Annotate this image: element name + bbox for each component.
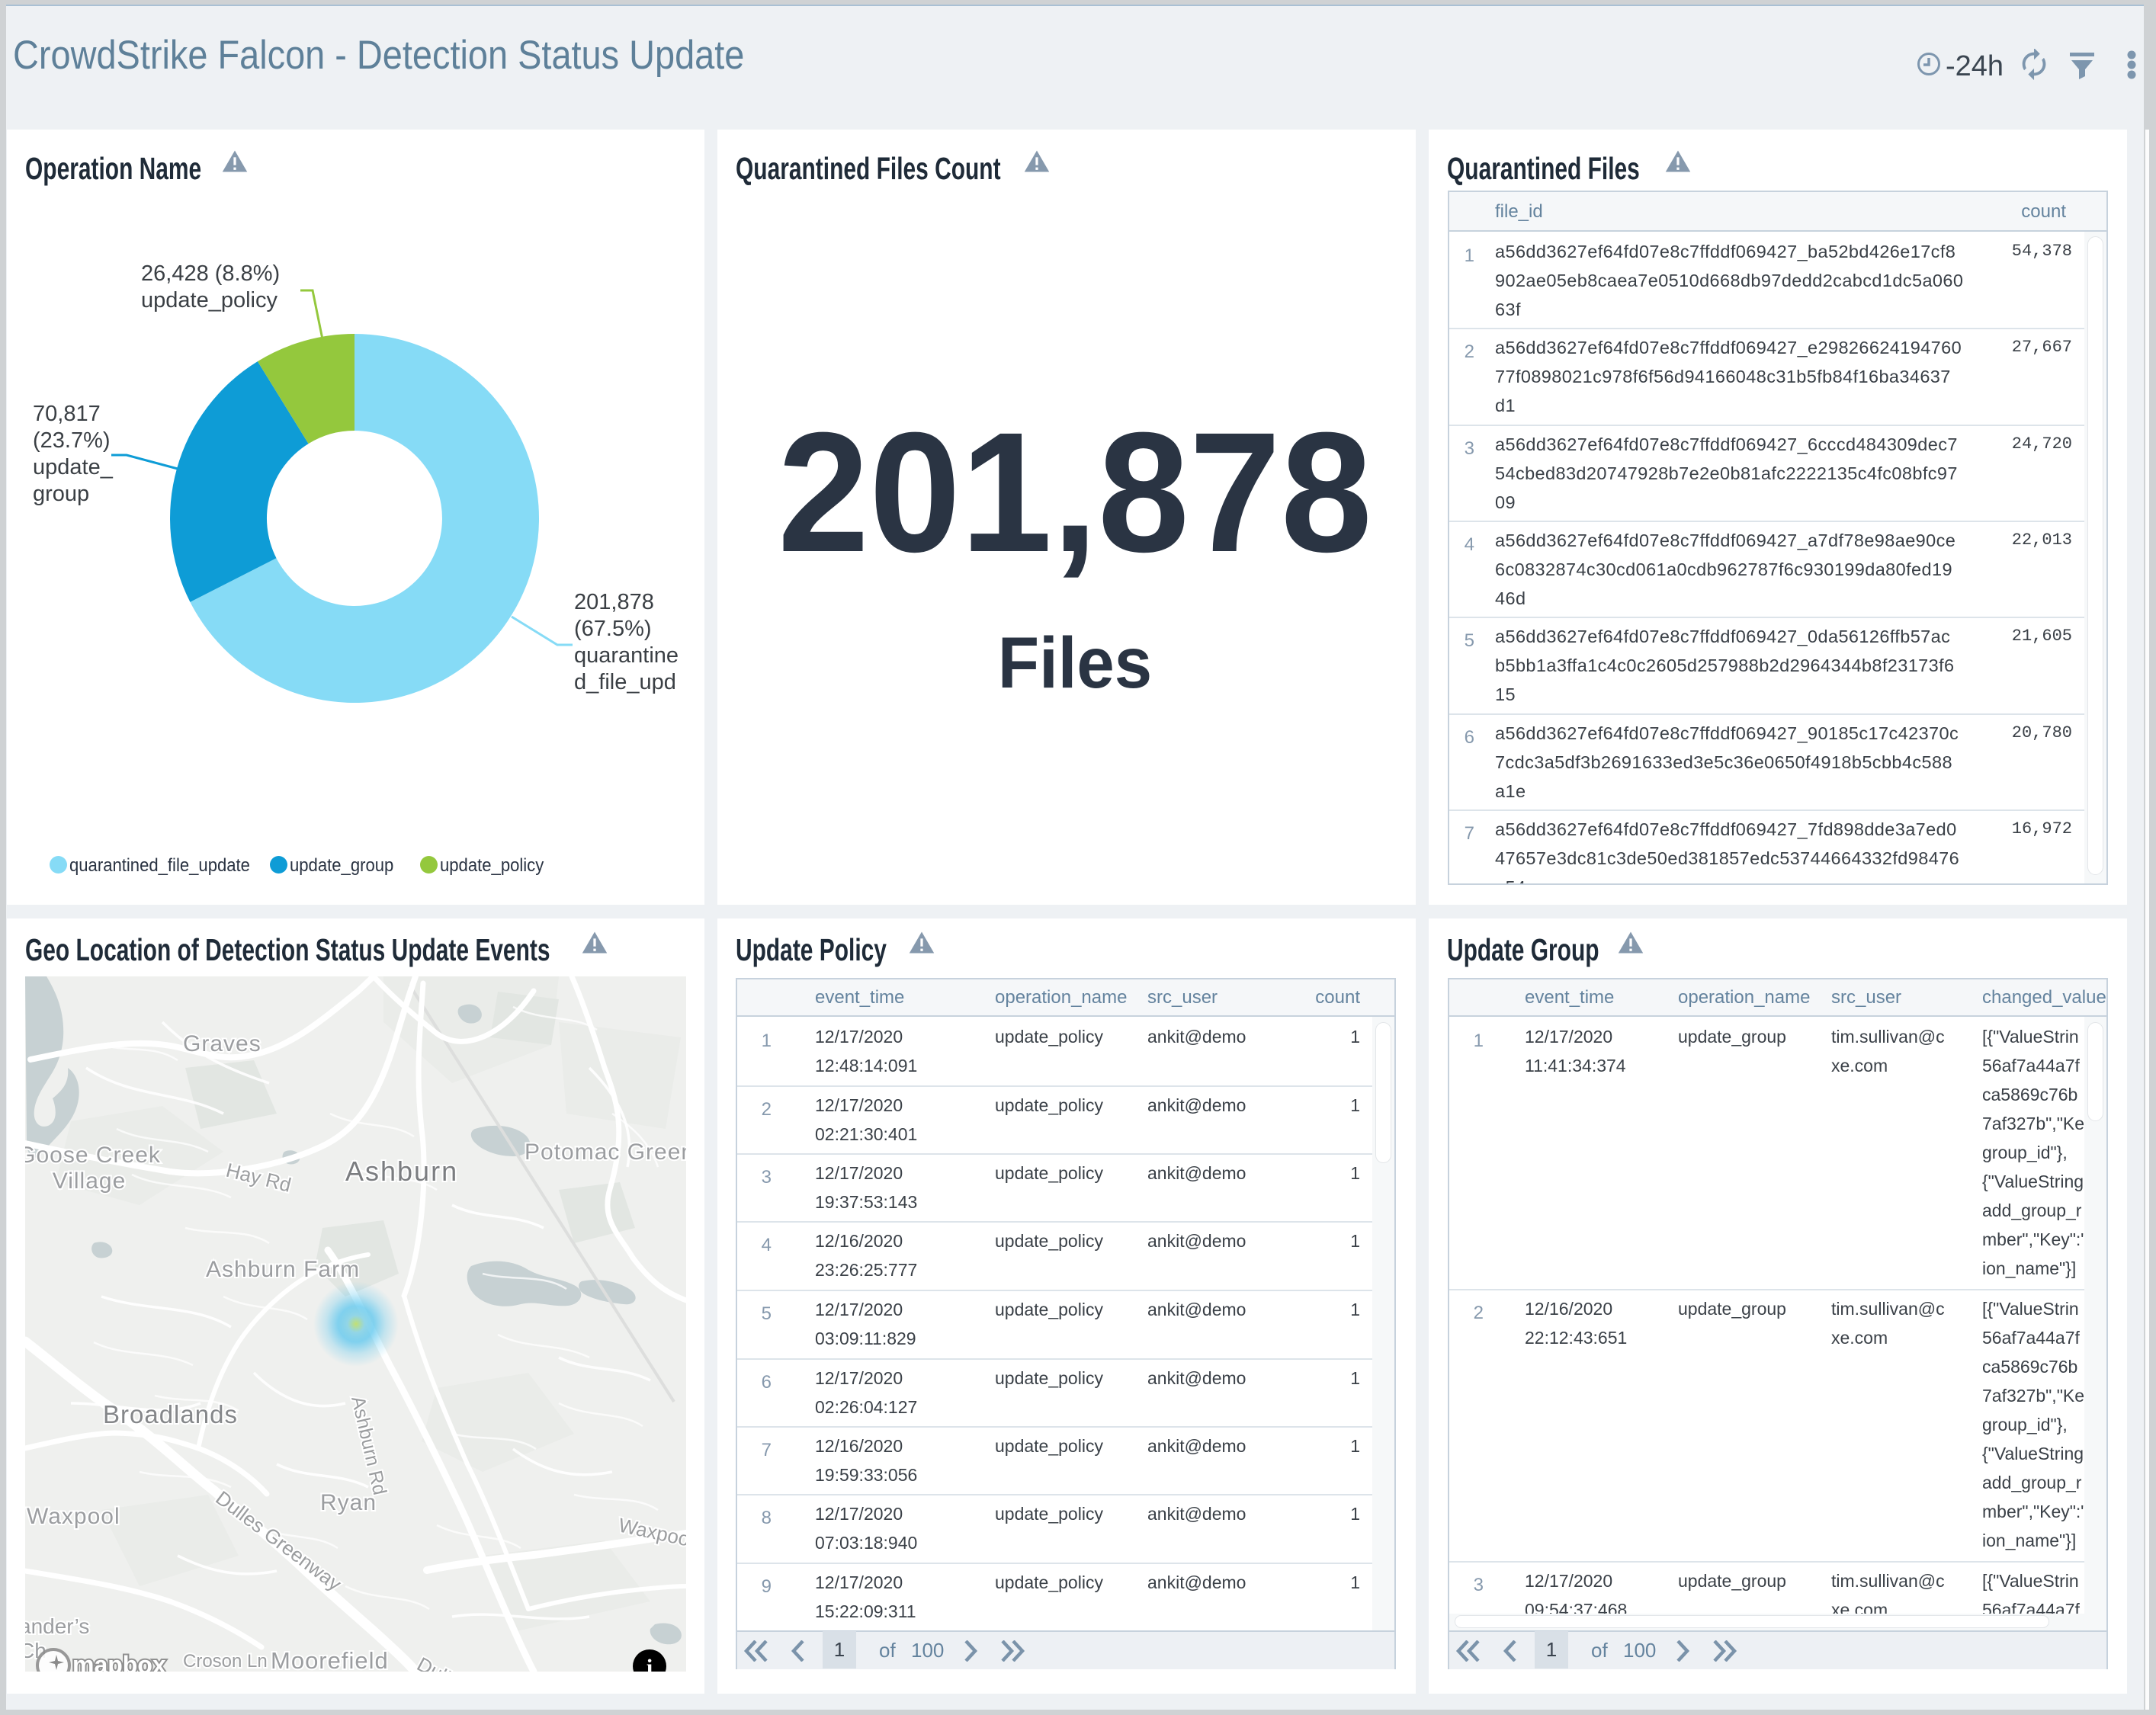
- svg-text:Potomac Green: Potomac Green: [525, 1140, 686, 1165]
- svg-text:mapbox: mapbox: [72, 1651, 166, 1672]
- svg-text:Ashburn: Ashburn: [345, 1156, 458, 1187]
- svg-text:i: i: [646, 1655, 653, 1672]
- svg-text:Goose Creek: Goose Creek: [25, 1143, 161, 1168]
- svg-text:Ashburn Farm: Ashburn Farm: [206, 1257, 360, 1282]
- svg-text:Moorefield: Moorefield: [271, 1647, 389, 1672]
- svg-text:Waxpool: Waxpool: [27, 1504, 120, 1529]
- svg-text:Village: Village: [53, 1168, 127, 1194]
- svg-text:ander’s: ander’s: [25, 1614, 89, 1638]
- svg-text:Croson Ln: Croson Ln: [183, 1651, 268, 1672]
- svg-text:Graves: Graves: [183, 1031, 261, 1056]
- svg-text:Ryan: Ryan: [320, 1490, 377, 1515]
- svg-text:Broadlands: Broadlands: [103, 1400, 238, 1428]
